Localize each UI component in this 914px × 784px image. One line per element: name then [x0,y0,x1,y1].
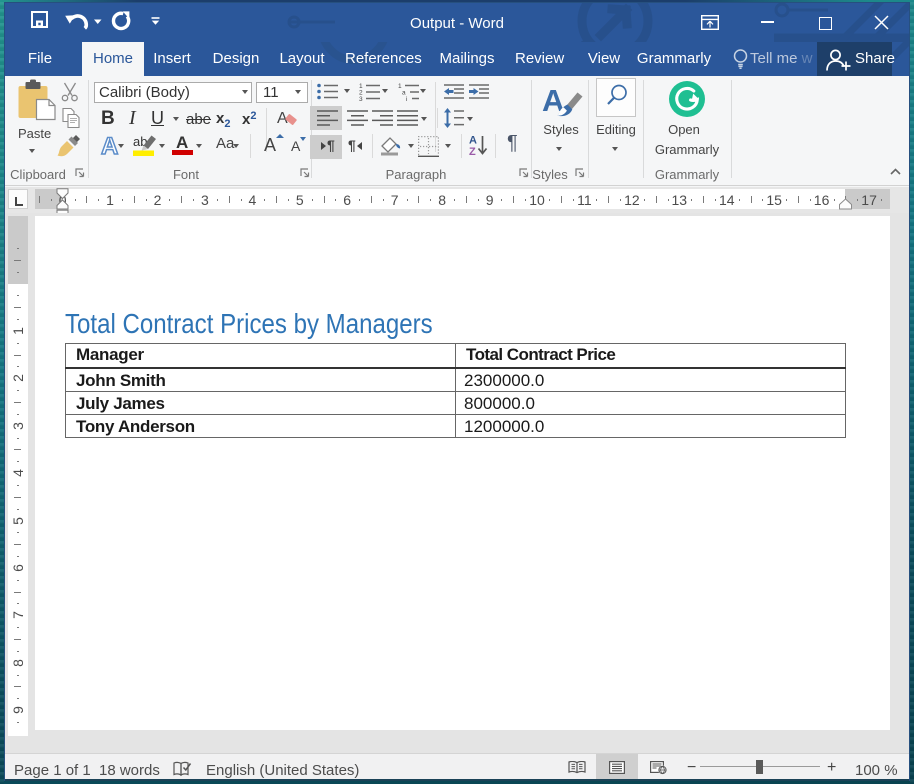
svg-text:Z: Z [469,146,476,157]
svg-text:3: 3 [359,96,363,101]
svg-text:A: A [469,135,477,147]
svg-text:i: i [406,96,407,101]
